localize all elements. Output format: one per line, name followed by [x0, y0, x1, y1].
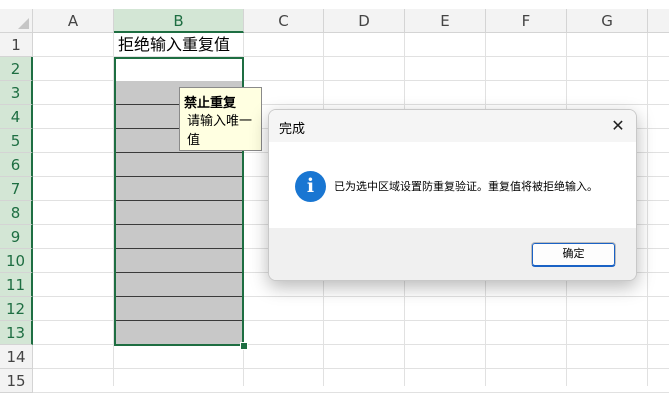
- row-header-10[interactable]: 10: [0, 249, 33, 273]
- dialog-titlebar[interactable]: 完成 ✕: [269, 110, 636, 142]
- row-header-1[interactable]: 1: [0, 33, 33, 57]
- info-icon: i: [295, 171, 326, 202]
- row-header-8[interactable]: 8: [0, 201, 33, 225]
- column-header-h-partial[interactable]: [648, 9, 669, 33]
- row-header-5[interactable]: 5: [0, 129, 33, 153]
- validation-input-tooltip: 禁止重复 请输入唯一值: [179, 87, 262, 151]
- row-header-9[interactable]: 9: [0, 225, 33, 249]
- row-header-13[interactable]: 13: [0, 321, 33, 345]
- row-header-12[interactable]: 12: [0, 297, 33, 321]
- column-header-g[interactable]: G: [567, 9, 648, 33]
- column-header-a[interactable]: A: [33, 9, 114, 33]
- column-header-f[interactable]: F: [486, 9, 567, 33]
- row-header-14[interactable]: 14: [0, 345, 33, 369]
- fill-handle[interactable]: [240, 342, 248, 350]
- row-gridline: [33, 368, 669, 369]
- dialog-message: 已为选中区域设置防重复验证。重复值将被拒绝输入。: [334, 180, 598, 193]
- select-all-corner[interactable]: [0, 9, 33, 33]
- column-header-e[interactable]: E: [405, 9, 486, 33]
- row-header-2[interactable]: 2: [0, 57, 33, 81]
- dialog-footer: 确定: [269, 228, 636, 280]
- row-header-11[interactable]: 11: [0, 273, 33, 297]
- row-header-15[interactable]: 15: [0, 369, 33, 393]
- row-header-7[interactable]: 7: [0, 177, 33, 201]
- completion-dialog: 完成 ✕ i 已为选中区域设置防重复验证。重复值将被拒绝输入。 确定: [268, 109, 637, 281]
- column-header-b[interactable]: B: [114, 9, 244, 33]
- row-header-6[interactable]: 6: [0, 153, 33, 177]
- dialog-title: 完成: [279, 122, 306, 137]
- active-cell-b2[interactable]: [116, 59, 242, 81]
- column-header-d[interactable]: D: [324, 9, 405, 33]
- close-icon[interactable]: ✕: [606, 114, 630, 138]
- select-all-triangle-icon: [18, 18, 29, 29]
- cell-b1[interactable]: 拒绝输入重复值: [114, 33, 244, 57]
- row-header-4[interactable]: 4: [0, 105, 33, 129]
- ok-button[interactable]: 确定: [531, 242, 616, 267]
- column-header-c[interactable]: C: [244, 9, 324, 33]
- tooltip-message: 请输入唯一值: [187, 114, 253, 148]
- tooltip-title: 禁止重复: [184, 96, 237, 111]
- row-header-3[interactable]: 3: [0, 81, 33, 105]
- dialog-body: i 已为选中区域设置防重复验证。重复值将被拒绝输入。: [269, 142, 636, 228]
- column-gridline: [647, 33, 648, 386]
